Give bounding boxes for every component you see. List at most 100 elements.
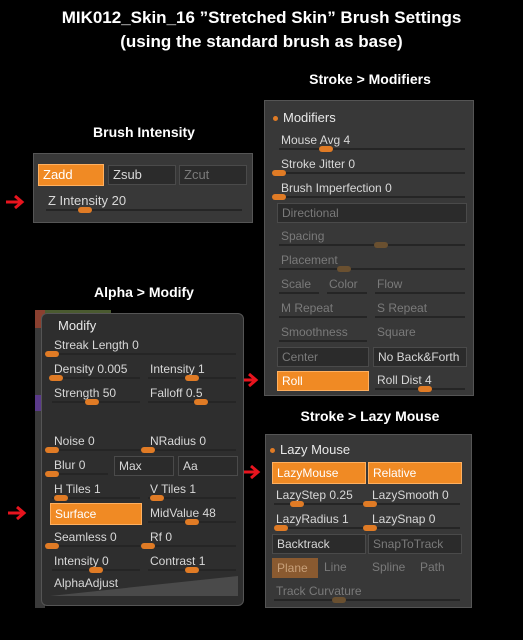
zcut-button[interactable]: Zcut	[179, 165, 247, 185]
slider-knob[interactable]	[274, 525, 289, 531]
backtrack-button[interactable]: Backtrack	[272, 534, 366, 554]
blur-slider[interactable]: Blur 0	[45, 456, 110, 477]
slider-knob[interactable]	[337, 266, 352, 272]
slider-knob[interactable]	[363, 501, 377, 507]
slider-knob[interactable]	[49, 375, 64, 381]
page-title: MIK012_Skin_16 ”Stretched Skin” Brush Se…	[61, 8, 462, 27]
slider-knob[interactable]	[185, 375, 199, 381]
no-back-forth-button[interactable]: No Back&Forth	[373, 347, 467, 367]
slider-knob[interactable]	[141, 447, 155, 453]
rf-slider[interactable]: Rf 0	[141, 528, 238, 549]
lazysnap-slider[interactable]: LazySnap 0	[363, 510, 462, 531]
contrast-slider[interactable]: Contrast 1	[146, 552, 238, 573]
slider-knob[interactable]	[193, 399, 208, 405]
section-brush-intensity: Brush Intensity	[93, 124, 195, 140]
lazystep-slider[interactable]: LazyStep 0.25	[272, 486, 366, 507]
section-alpha-modify: Alpha > Modify	[94, 284, 194, 300]
alpha-modify-panel: Modify Streak Length 0 Density 0.005 Int…	[41, 313, 244, 606]
path-button[interactable]: Path	[416, 558, 462, 578]
h-tiles-slider[interactable]: H Tiles 1	[50, 480, 142, 501]
slider-knob[interactable]	[45, 543, 59, 549]
flow-slider[interactable]: Flow	[373, 275, 467, 295]
slider-knob[interactable]	[272, 194, 286, 200]
m-repeat-slider[interactable]: M Repeat	[277, 299, 369, 319]
z-intensity-value: 20	[111, 193, 127, 208]
streak-length-slider[interactable]: Streak Length 0	[45, 336, 238, 357]
lazysmooth-slider[interactable]: LazySmooth 0	[363, 486, 462, 507]
section-lazy-mouse: Stroke > Lazy Mouse	[300, 408, 440, 424]
slider-knob[interactable]	[149, 495, 164, 501]
z-intensity-label: Z Intensity	[48, 193, 108, 208]
alpha-adjust-curve[interactable]: AlphaAdjust	[50, 574, 238, 596]
brush-intensity-panel: Zadd Zsub Zcut Z Intensity 20	[33, 153, 253, 223]
z-intensity-slider[interactable]: Z Intensity 20	[44, 192, 244, 213]
slider-knob[interactable]	[417, 386, 432, 392]
section-stroke-modifiers: Stroke > Modifiers	[309, 71, 431, 87]
v-tiles-slider[interactable]: V Tiles 1	[146, 480, 238, 501]
arrow-z-intensity	[6, 195, 25, 209]
aa-button[interactable]: Aa	[178, 456, 238, 476]
strength-slider[interactable]: Strength 50	[50, 384, 142, 405]
track-curvature-slider[interactable]: Track Curvature	[272, 582, 462, 603]
s-repeat-slider[interactable]: S Repeat	[373, 299, 467, 319]
max-button[interactable]: Max	[114, 456, 174, 476]
arrow-surface	[8, 506, 27, 520]
expand-dot-icon	[273, 116, 278, 122]
scale-slider[interactable]: Scale	[277, 275, 321, 295]
relative-button[interactable]: Relative	[368, 462, 462, 484]
slider-knob[interactable]	[272, 170, 286, 176]
lazyradius-slider[interactable]: LazyRadius 1	[272, 510, 366, 531]
roll-dist-slider[interactable]: Roll Dist 4	[373, 371, 467, 392]
snaptotrack-button[interactable]: SnapToTrack	[368, 534, 462, 554]
tab-modify[interactable]: Modify	[58, 318, 96, 333]
directional-button[interactable]: Directional	[277, 203, 467, 223]
zsub-button[interactable]: Zsub	[108, 165, 176, 185]
falloff-slider[interactable]: Falloff 0.5	[146, 384, 238, 405]
center-button[interactable]: Center	[277, 347, 369, 367]
roll-button[interactable]: Roll	[277, 371, 369, 391]
placement-slider[interactable]: Placement	[277, 251, 467, 272]
slider-knob[interactable]	[45, 471, 59, 477]
page-subtitle: (using the standard brush as base)	[120, 32, 403, 51]
plane-button[interactable]: Plane	[272, 558, 318, 578]
lazymouse-button[interactable]: LazyMouse	[272, 462, 366, 484]
stroke-jitter-slider[interactable]: Stroke Jitter 0	[272, 155, 467, 176]
density-slider[interactable]: Density 0.005	[49, 360, 142, 381]
slider-knob[interactable]	[318, 146, 333, 152]
spline-button[interactable]: Spline	[368, 558, 414, 578]
slider-knob[interactable]	[185, 567, 199, 573]
nradius-slider[interactable]: NRadius 0	[141, 432, 238, 453]
slider-knob[interactable]	[374, 242, 389, 248]
slider-knob[interactable]	[332, 597, 347, 603]
slider-knob[interactable]	[45, 351, 59, 357]
slider-knob[interactable]	[89, 567, 103, 573]
stroke-modifiers-panel: Modifiers Mouse Avg 4 Stroke Jitter 0 Br…	[264, 100, 474, 396]
lazy-mouse-header[interactable]: Lazy Mouse	[270, 442, 350, 457]
seamless-slider[interactable]: Seamless 0	[45, 528, 142, 549]
slider-knob[interactable]	[53, 495, 68, 501]
mouse-avg-slider[interactable]: Mouse Avg 4	[277, 131, 467, 152]
line-button[interactable]: Line	[320, 558, 366, 578]
slider-knob[interactable]	[141, 543, 155, 549]
modifiers-header[interactable]: Modifiers	[273, 110, 336, 125]
slider-knob[interactable]	[78, 207, 93, 213]
arrow-lazymouse	[242, 465, 261, 479]
midvalue-slider[interactable]: MidValue 48	[146, 504, 238, 525]
slider-knob[interactable]	[363, 525, 377, 531]
slider-knob[interactable]	[45, 447, 59, 453]
spacing-slider[interactable]: Spacing	[277, 227, 467, 248]
zadd-button[interactable]: Zadd	[38, 164, 104, 186]
slider-knob[interactable]	[289, 501, 304, 507]
surface-button[interactable]: Surface	[50, 503, 142, 525]
color-slider[interactable]: Color	[325, 275, 369, 295]
expand-dot-icon	[270, 448, 275, 454]
brush-imperfection-slider[interactable]: Brush Imperfection 0	[272, 179, 467, 200]
intensity-right-slider[interactable]: Intensity 1	[146, 360, 238, 381]
smoothness-slider[interactable]: Smoothness	[277, 323, 369, 343]
noise-slider[interactable]: Noise 0	[45, 432, 142, 453]
slider-knob[interactable]	[84, 399, 99, 405]
lazy-mouse-panel: Lazy Mouse LazyMouse Relative LazyStep 0…	[265, 434, 472, 608]
intensity-bottom-slider[interactable]: Intensity 0	[50, 552, 142, 573]
slider-knob[interactable]	[185, 519, 199, 525]
square-button[interactable]: Square	[373, 323, 467, 343]
